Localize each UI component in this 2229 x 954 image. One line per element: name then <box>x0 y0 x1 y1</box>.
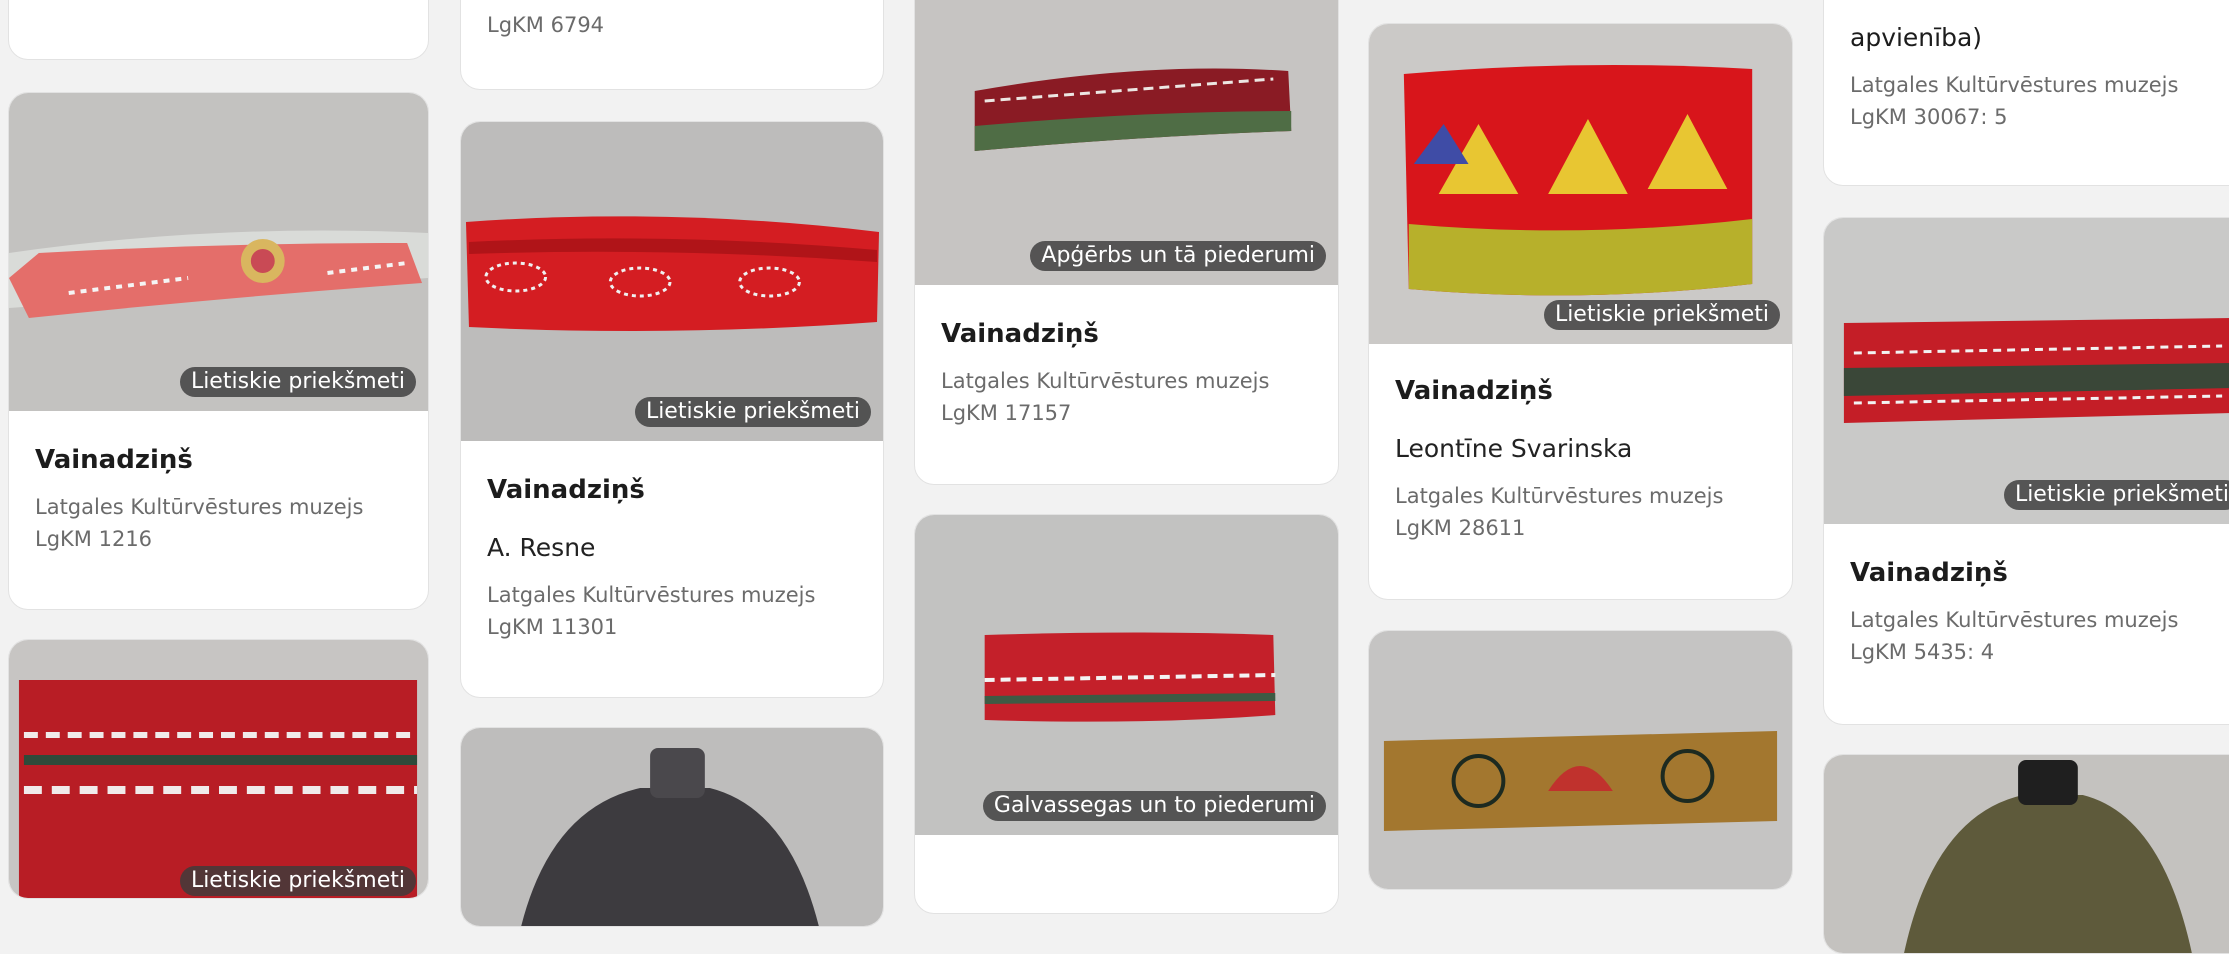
museum-name: Latgales Kultūrvēstures muzejs <box>487 583 816 607</box>
category-badge: Lietiskie priekšmeti <box>634 397 871 427</box>
card-col1-top-partial[interactable] <box>8 0 429 60</box>
card-col5-bottom[interactable] <box>1823 754 2229 954</box>
card-col2-bottom[interactable] <box>460 727 884 927</box>
card-17157[interactable]: Apģērbs un tā piederumi Vainadziņš Latga… <box>914 0 1339 485</box>
accession-number: LgKM 17157 <box>941 401 1072 425</box>
museum-name: Latgales Kultūrvēstures muzejs <box>1850 73 2179 97</box>
item-image[interactable]: Lietiskie priekšmeti <box>9 640 428 898</box>
card-col2-top-partial[interactable]: LgKM 6794 <box>460 0 884 90</box>
item-image[interactable]: Lietiskie priekšmeti <box>1824 218 2229 524</box>
category-badge: Lietiskie priekšmeti <box>1543 300 1780 330</box>
card-col1-bottom[interactable]: Lietiskie priekšmeti <box>8 639 429 899</box>
item-image[interactable]: Galvassegas un to piederumi <box>915 515 1338 835</box>
item-image[interactable] <box>461 728 883 926</box>
accession-number: LgKM 5435: 4 <box>1850 640 1995 664</box>
card-col4-bottom[interactable] <box>1368 630 1793 890</box>
card-11301[interactable]: Lietiskie priekšmeti Vainadziņš A. Resne… <box>460 121 884 698</box>
card-1216[interactable]: Lietiskie priekšmeti Vainadziņš Latgales… <box>8 92 429 610</box>
accession-number: LgKM 30067: 5 <box>1850 105 2008 129</box>
item-title: Vainadziņš <box>941 319 1099 349</box>
item-image[interactable]: Lietiskie priekšmeti <box>1369 24 1792 344</box>
accession-number: LgKM 1216 <box>35 527 153 551</box>
item-title: Vainadziņš <box>1850 558 2008 588</box>
card-5435[interactable]: Lietiskie priekšmeti Vainadziņš Latgales… <box>1823 217 2229 725</box>
item-author: Leontīne Svarinska <box>1395 434 1633 463</box>
museum-name: Latgales Kultūrvēstures muzejs <box>1850 608 2179 632</box>
card-28611[interactable]: Lietiskie priekšmeti Vainadziņš Leontīne… <box>1368 23 1793 600</box>
item-image[interactable]: Lietiskie priekšmeti <box>461 122 883 441</box>
title-tail: apvienība) <box>1850 23 1983 52</box>
category-badge: Galvassegas un to piederumi <box>982 791 1326 821</box>
card-col3-bottom[interactable]: Galvassegas un to piederumi <box>914 514 1339 914</box>
item-image[interactable]: Lietiskie priekšmeti <box>9 93 428 411</box>
accession-number: LgKM 11301 <box>487 615 618 639</box>
item-title: Vainadziņš <box>35 445 193 475</box>
category-badge: Lietiskie priekšmeti <box>179 367 416 397</box>
item-image[interactable] <box>1824 755 2229 953</box>
item-author: A. Resne <box>487 533 596 562</box>
category-badge: Lietiskie priekšmeti <box>179 866 416 896</box>
item-title: Vainadziņš <box>1395 376 1553 406</box>
museum-name: Latgales Kultūrvēstures muzejs <box>941 369 1270 393</box>
card-col5-top-partial[interactable]: apvienība) Latgales Kultūrvēstures muzej… <box>1823 0 2229 186</box>
item-image[interactable] <box>1369 631 1792 889</box>
item-title: Vainadziņš <box>487 475 645 505</box>
category-badge: Apģērbs un tā piederumi <box>1030 241 1326 271</box>
museum-name: Latgales Kultūrvēstures muzejs <box>35 495 364 519</box>
category-badge: Lietiskie priekšmeti <box>2003 480 2229 510</box>
item-image[interactable]: Apģērbs un tā piederumi <box>915 0 1338 285</box>
accession-number: LgKM 6794 <box>487 13 605 37</box>
museum-name: Latgales Kultūrvēstures muzejs <box>1395 484 1724 508</box>
accession-number: LgKM 28611 <box>1395 516 1526 540</box>
